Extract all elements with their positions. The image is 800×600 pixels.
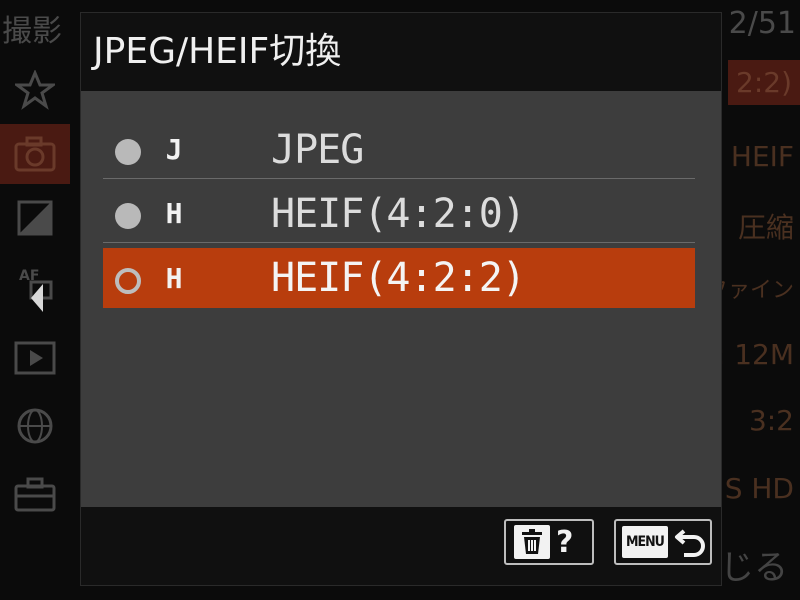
option-list: J JPEG H HEIF(4:2:0) H HEIF(4:2:2) [81, 91, 721, 507]
toolbox-icon [14, 477, 56, 512]
menu-back-button[interactable]: MENU [614, 519, 712, 565]
page-indicator: 2/51 [728, 6, 796, 41]
option-heif-420[interactable]: H HEIF(4:2:0) [103, 185, 695, 243]
breadcrumb: 撮影 [2, 14, 62, 49]
value-item: : 12M [715, 338, 794, 371]
background-values: 2:2) HEIF 圧縮 ファイン : 12M 3:2 S HD [706, 58, 800, 598]
value-item: S HD [724, 472, 794, 505]
option-label: HEIF(4:2:0) [271, 191, 526, 237]
camera-screen: 撮影 2/51 AF 2:2) HEIF 圧縮 ファイン: 12M 3:2 S… [0, 0, 800, 600]
exposure-icon [17, 200, 53, 236]
option-jpeg[interactable]: J JPEG [103, 121, 695, 179]
radio-icon [115, 139, 141, 165]
option-label: HEIF(4:2:2) [271, 255, 526, 301]
tab-favorites[interactable] [0, 60, 70, 120]
value-item: 2:2) [728, 60, 800, 105]
star-icon [15, 70, 55, 110]
value-item: 圧縮 [737, 211, 794, 244]
help-button[interactable]: ? [504, 519, 594, 565]
dialog-footer: ? MENU [81, 507, 721, 585]
tab-shooting[interactable] [0, 124, 70, 184]
option-heif-422[interactable]: H HEIF(4:2:2) [103, 248, 695, 308]
format-badge-icon: J [165, 133, 183, 166]
camera-icon [14, 136, 56, 172]
option-label: JPEG [271, 127, 364, 173]
network-icon [17, 408, 53, 444]
back-arrow-icon [674, 529, 705, 557]
radio-selected-icon [115, 268, 141, 294]
menu-key-label: MENU [622, 526, 668, 558]
tab-exposure[interactable] [0, 188, 70, 248]
radio-icon [115, 203, 141, 229]
playback-icon [14, 341, 56, 375]
help-question-label: ? [556, 524, 574, 560]
tab-setup[interactable] [0, 464, 70, 524]
tab-playback[interactable] [0, 328, 70, 388]
tab-left-arrow-icon[interactable] [31, 284, 43, 312]
value-item: 3:2 [748, 404, 794, 437]
trash-icon [514, 525, 550, 559]
dialog-title: JPEG/HEIF切換 [81, 13, 721, 91]
background-close-label: じる [720, 548, 788, 588]
format-badge-icon: H [165, 197, 183, 230]
jpeg-heif-dialog: JPEG/HEIF切換 J JPEG H HEIF(4:2:0) H HEIF(… [80, 12, 722, 586]
format-badge-icon: H [165, 262, 183, 295]
value-item: HEIF [730, 140, 794, 173]
tab-network[interactable] [0, 396, 70, 456]
